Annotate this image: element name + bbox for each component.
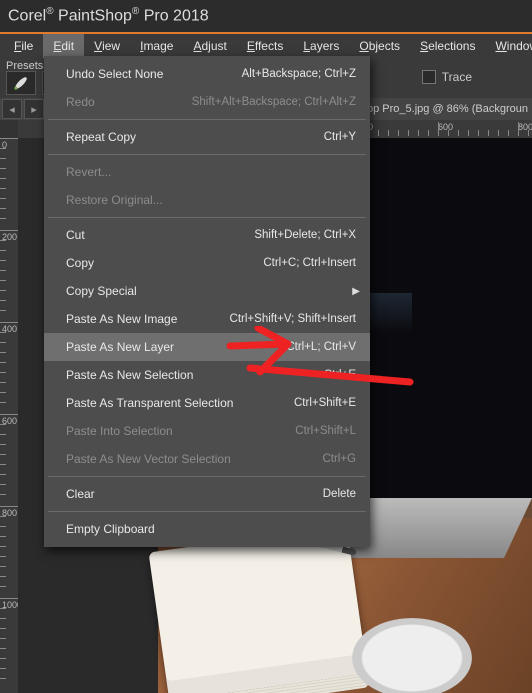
menu-item-cut[interactable]: CutShift+Delete; Ctrl+X [44, 221, 370, 249]
menubar: FileEditViewImageAdjustEffectsLayersObje… [0, 34, 532, 58]
menu-item-shortcut: Ctrl+Shift+E [294, 397, 356, 409]
ruler-vertical: 02004006008001000 [0, 138, 18, 693]
menu-item-label: Clear [66, 487, 323, 501]
menu-item-label: Copy [66, 256, 263, 270]
menu-edit[interactable]: Edit [43, 34, 84, 58]
menu-item-shortcut: Shift+Delete; Ctrl+X [254, 229, 356, 241]
nav-fwd-button[interactable]: ▸ [24, 99, 44, 119]
menu-item-restore-original: Restore Original... [44, 186, 370, 214]
trace-label: Trace [442, 70, 472, 84]
menu-separator [48, 217, 366, 218]
menu-item-label: Paste As New Image [66, 312, 230, 326]
menu-item-redo: RedoShift+Alt+Backspace; Ctrl+Alt+Z [44, 88, 370, 116]
ruler-h-label: 800 [518, 122, 532, 132]
nav-back-button[interactable]: ◂ [2, 99, 22, 119]
menu-item-shortcut: Alt+Backspace; Ctrl+Z [242, 68, 356, 80]
menu-file[interactable]: File [4, 34, 43, 58]
menu-item-label: Revert... [66, 165, 356, 179]
titlebar: Corel® PaintShop® Pro 2018 [0, 0, 532, 32]
menu-separator [48, 119, 366, 120]
menu-item-paste-as-new-layer[interactable]: Paste As New LayerCtrl+L; Ctrl+V [44, 333, 370, 361]
menu-item-repeat-copy[interactable]: Repeat CopyCtrl+Y [44, 123, 370, 151]
menu-objects[interactable]: Objects [349, 34, 410, 58]
menu-item-label: Empty Clipboard [66, 522, 356, 536]
trace-checkbox[interactable] [422, 70, 436, 84]
menu-item-shortcut: Ctrl+L; Ctrl+V [286, 341, 356, 353]
menu-item-shortcut: Ctrl+E [324, 369, 356, 381]
menu-item-label: Paste Into Selection [66, 424, 295, 438]
menu-item-shortcut: Ctrl+Shift+L [295, 425, 356, 437]
menu-item-shortcut: Delete [323, 488, 356, 500]
menu-selections[interactable]: Selections [410, 34, 485, 58]
document-tab-label[interactable]: op Pro_5.jpg @ 86% (Backgroun [367, 103, 528, 115]
menu-item-shortcut: Ctrl+G [322, 453, 356, 465]
presets-label: Presets: [6, 60, 46, 72]
submenu-arrow-icon: ▶ [352, 286, 360, 297]
menu-image[interactable]: Image [130, 34, 183, 58]
menu-item-paste-into-selection: Paste Into SelectionCtrl+Shift+L [44, 417, 370, 445]
trace-option[interactable]: Trace [422, 70, 472, 84]
menu-item-label: Undo Select None [66, 67, 242, 81]
menu-item-shortcut: Ctrl+Y [324, 131, 356, 143]
menu-item-paste-as-new-vector-selection: Paste As New Vector SelectionCtrl+G [44, 445, 370, 473]
menu-item-shortcut: Shift+Alt+Backspace; Ctrl+Alt+Z [192, 96, 356, 108]
menu-item-label: Paste As Transparent Selection [66, 396, 294, 410]
menu-item-copy-special[interactable]: Copy Special▶ [44, 277, 370, 305]
menu-item-undo-select-none[interactable]: Undo Select NoneAlt+Backspace; Ctrl+Z [44, 60, 370, 88]
menu-window[interactable]: Window [485, 34, 532, 58]
menu-adjust[interactable]: Adjust [183, 34, 236, 58]
menu-item-clear[interactable]: ClearDelete [44, 480, 370, 508]
menu-separator [48, 154, 366, 155]
menu-item-shortcut: Ctrl+C; Ctrl+Insert [263, 257, 356, 269]
menu-item-revert: Revert... [44, 158, 370, 186]
menu-layers[interactable]: Layers [293, 34, 349, 58]
menu-item-label: Paste As New Selection [66, 368, 324, 382]
menu-item-empty-clipboard[interactable]: Empty Clipboard [44, 515, 370, 543]
brush-icon [12, 74, 30, 92]
menu-item-label: Cut [66, 228, 254, 242]
menu-item-label: Redo [66, 95, 192, 109]
menu-view[interactable]: View [84, 34, 130, 58]
menu-item-label: Paste As New Layer [66, 340, 286, 354]
menu-item-paste-as-new-selection[interactable]: Paste As New SelectionCtrl+E [44, 361, 370, 389]
menu-item-label: Restore Original... [66, 193, 356, 207]
menu-item-paste-as-transparent-selection[interactable]: Paste As Transparent SelectionCtrl+Shift… [44, 389, 370, 417]
menu-item-label: Repeat Copy [66, 130, 324, 144]
menu-item-copy[interactable]: CopyCtrl+C; Ctrl+Insert [44, 249, 370, 277]
menu-effects[interactable]: Effects [237, 34, 293, 58]
preset-brush-swatch[interactable] [6, 71, 36, 95]
menu-item-paste-as-new-image[interactable]: Paste As New ImageCtrl+Shift+V; Shift+In… [44, 305, 370, 333]
menu-item-label: Paste As New Vector Selection [66, 452, 322, 466]
menu-item-label: Copy Special [66, 284, 356, 298]
app-title: Corel® PaintShop® Pro 2018 [8, 6, 209, 25]
menu-separator [48, 476, 366, 477]
edit-menu-dropdown: Undo Select NoneAlt+Backspace; Ctrl+ZRed… [44, 56, 370, 547]
ruler-h-label: 600 [438, 122, 453, 132]
menu-item-shortcut: Ctrl+Shift+V; Shift+Insert [230, 313, 356, 325]
menu-separator [48, 511, 366, 512]
